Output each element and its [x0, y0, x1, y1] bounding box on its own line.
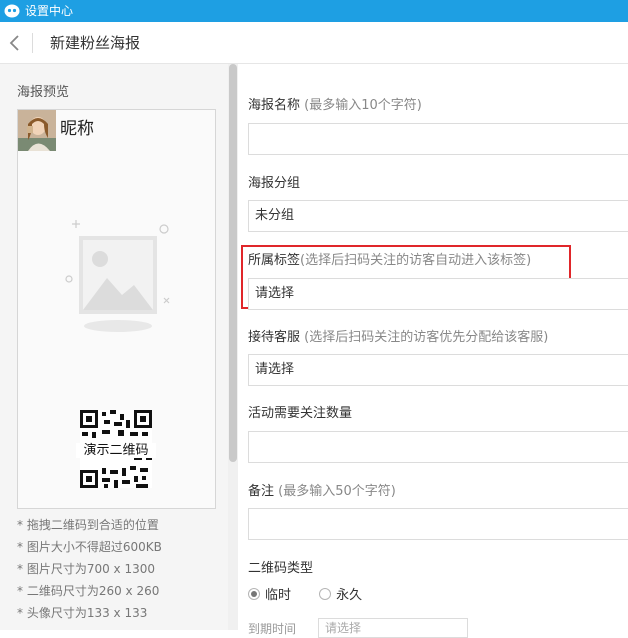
note-item: * 图片大小不得超过600KB	[17, 540, 162, 554]
expire-date-input[interactable]: 请选择	[318, 618, 468, 638]
note-item: * 二维码尺寸为260 x 260	[17, 584, 160, 598]
radio-unchecked-icon[interactable]	[319, 588, 332, 600]
header-divider	[32, 33, 33, 53]
poster-group-select[interactable]: 未分组	[248, 200, 628, 232]
note-item: * 图片尺寸为700 x 1300	[17, 562, 155, 576]
tag-field-label: 所属标签(选择后扫码关注的访客自动进入该标签)	[248, 253, 532, 268]
remark-input[interactable]	[248, 508, 628, 540]
preview-notes: * 拖拽二维码到合适的位置 * 图片大小不得超过600KB * 图片尺寸为700…	[17, 514, 162, 624]
poster-name-input[interactable]	[248, 123, 628, 155]
note-item: * 拖拽二维码到合适的位置	[17, 518, 159, 532]
qr-type-radio-group: 临时 永久	[248, 584, 386, 603]
expire-field-label: 到期时间	[248, 622, 297, 636]
service-select[interactable]: 请选择	[248, 354, 628, 386]
name-field-label: 海报名称 (最多输入10个字符)	[248, 98, 422, 113]
service-field-hint: (选择后扫码关注的访客优先分配给该客服)	[304, 330, 549, 345]
service-field-label: 接待客服 (选择后扫码关注的访客优先分配给该客服)	[248, 330, 549, 345]
qr-type-label: 二维码类型	[248, 561, 314, 576]
window-titlebar: 设置中心	[0, 0, 628, 22]
app-logo-icon	[4, 4, 20, 18]
note-item: * 头像尺寸为133 x 133	[17, 606, 148, 620]
name-field-hint: (最多输入10个字符)	[304, 98, 422, 113]
poster-canvas[interactable]: 昵称 演示二维码	[17, 109, 216, 509]
tag-select[interactable]: 请选择	[248, 278, 628, 310]
avatar[interactable]	[18, 110, 56, 151]
tag-field-hint: (选择后扫码关注的访客自动进入该标签)	[300, 253, 532, 268]
qr-type-permanent[interactable]: 永久	[319, 584, 362, 603]
follow-count-input[interactable]	[248, 431, 628, 463]
group-field-label: 海报分组	[248, 176, 301, 191]
qr-type-temporary[interactable]: 临时	[248, 584, 291, 603]
image-placeholder-icon	[65, 220, 170, 332]
page-header: 新建粉丝海报	[0, 22, 628, 64]
preview-scrollbar[interactable]	[228, 64, 238, 630]
scrollbar-thumb[interactable]	[229, 64, 237, 462]
preview-label: 海报预览	[17, 85, 70, 100]
poster-preview-panel: 海报预览 昵称 演示二维码 * 拖拽二维码到合适的位置 * 图片大小不得超过60…	[0, 64, 238, 630]
poster-form: 海报名称 (最多输入10个字符) 海报分组 未分组 所属标签(选择后扫码关注的访…	[238, 64, 628, 638]
radio-checked-icon[interactable]	[248, 588, 260, 600]
nickname-text[interactable]: 昵称	[60, 114, 94, 139]
qr-code-label: 演示二维码	[76, 443, 156, 458]
remark-field-label: 备注 (最多输入50个字符)	[248, 484, 396, 499]
remark-field-hint: (最多输入50个字符)	[278, 484, 396, 499]
window-title: 设置中心	[25, 4, 74, 18]
page-title: 新建粉丝海报	[50, 34, 141, 52]
follow-count-label: 活动需要关注数量	[248, 406, 353, 421]
back-arrow-icon[interactable]	[6, 33, 24, 53]
